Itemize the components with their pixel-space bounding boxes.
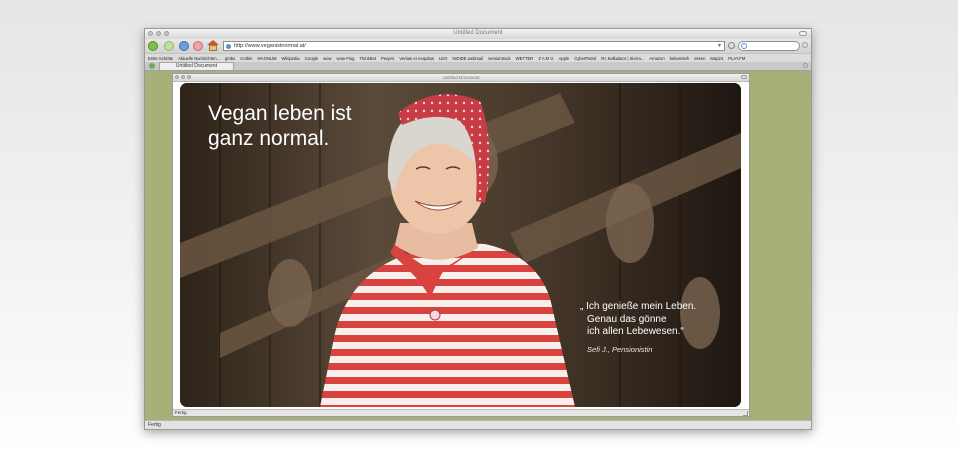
close-tab-icon[interactable] xyxy=(803,63,808,68)
resize-grip-icon[interactable] xyxy=(743,411,748,416)
inner-browser-window: Untitled Document Vegan leben ist ganz n… xyxy=(172,73,750,417)
inner-toolbar-toggle-button[interactable] xyxy=(741,75,747,79)
chevron-down-icon[interactable]: ▼ xyxy=(717,42,722,51)
inner-status-bar: Fertig xyxy=(173,409,749,416)
bookmark-item[interactable]: Pexpro xyxy=(381,56,394,61)
page-headline: Vegan leben ist ganz normal. xyxy=(208,101,408,151)
hero-photo: Vegan leben ist ganz normal. „ Ich genie… xyxy=(180,83,741,407)
bookmark-item[interactable]: versiontrack xyxy=(488,56,511,61)
address-bar[interactable]: http://www.veganistnormal.at/ ▼ xyxy=(223,41,725,51)
forward-icon[interactable] xyxy=(164,41,174,51)
page-content: Untitled Document Vegan leben ist ganz n… xyxy=(145,71,811,421)
bookmark-item[interactable]: ThinkBot xyxy=(359,56,376,61)
site-favicon-icon xyxy=(226,44,231,49)
status-text: Fertig xyxy=(148,422,161,428)
status-bar: Fertig xyxy=(145,420,811,429)
search-icon xyxy=(741,43,747,49)
bookmark-item[interactable]: INDIDE webmail xyxy=(452,56,483,61)
bookmark-item[interactable]: LEO xyxy=(439,56,447,61)
inner-window-title: Untitled Document xyxy=(442,75,480,80)
testimonial-quote: „ Ich genieße mein Leben. Genau das gönn… xyxy=(580,301,730,339)
quote-attribution: Sefi J., Pensionistin xyxy=(587,345,653,354)
quote-line-3: ich allen Lebewesen.“ xyxy=(587,326,684,337)
bookmark-item[interactable]: wow xyxy=(323,56,331,61)
headline-line-1: Vegan leben ist xyxy=(208,102,352,125)
search-input[interactable] xyxy=(738,41,800,51)
quote-line-1: „ Ich genieße mein Leben. xyxy=(580,301,697,312)
inner-status-text: Fertig xyxy=(175,410,187,415)
stop-icon[interactable] xyxy=(193,41,203,51)
bookmark-item[interactable]: bekannteh xyxy=(670,56,690,61)
bookmark-item[interactable]: Wikipedia xyxy=(281,56,299,61)
bookmark-item[interactable]: PLAY.FM xyxy=(728,56,745,61)
bookmark-item[interactable]: Rc Kalkulator | Sierra... xyxy=(601,56,644,61)
activity-indicator-icon xyxy=(802,42,808,48)
bookmark-item[interactable]: Map24 xyxy=(710,56,723,61)
headline-line-2: ganz normal. xyxy=(208,127,330,150)
bookmark-item[interactable]: CyberPatrol xyxy=(574,56,596,61)
home-icon[interactable] xyxy=(207,40,219,51)
reload-icon[interactable] xyxy=(179,41,189,51)
go-icon[interactable] xyxy=(728,42,735,49)
bookmark-item[interactable]: wow-Flug xyxy=(337,56,355,61)
back-icon[interactable] xyxy=(148,41,158,51)
bookmark-item[interactable]: Z A M G xyxy=(538,56,553,61)
quote-line-2: Genau das gönne xyxy=(587,313,667,325)
bookmark-item[interactable]: gmbs xyxy=(225,56,235,61)
bookmark-item[interactable]: Corbis xyxy=(240,56,252,61)
window-title: Untitled Document xyxy=(453,30,503,36)
bookmark-item[interactable]: Aktuelle Nachrichten... xyxy=(178,56,220,61)
tab-bar: Untitled Document xyxy=(145,62,811,71)
bookmark-item[interactable]: Apple xyxy=(558,56,569,61)
inner-window-titlebar: Untitled Document xyxy=(173,74,749,82)
bookmark-item[interactable]: Erste Schritte xyxy=(148,56,173,61)
browser-window: Untitled Document http://www.veganistnor… xyxy=(144,28,812,430)
toolbar-toggle-button[interactable] xyxy=(799,31,807,36)
navigation-toolbar: http://www.veganistnormal.at/ ▼ xyxy=(145,39,811,53)
bookmark-item[interactable]: Google xyxy=(305,56,319,61)
bookmark-item[interactable]: Amazon xyxy=(649,56,664,61)
address-bar-url: http://www.veganistnormal.at/ xyxy=(234,43,306,49)
bookmark-item[interactable]: MAGNUM xyxy=(257,56,276,61)
tab-close-icon[interactable] xyxy=(149,63,155,69)
bookmark-item[interactable]: WETTER xyxy=(516,56,534,61)
tab-untitled-document[interactable]: Untitled Document xyxy=(159,62,234,70)
bookmark-item[interactable]: Veritas et Aequitas xyxy=(399,56,434,61)
bookmark-item[interactable]: essen xyxy=(694,56,705,61)
